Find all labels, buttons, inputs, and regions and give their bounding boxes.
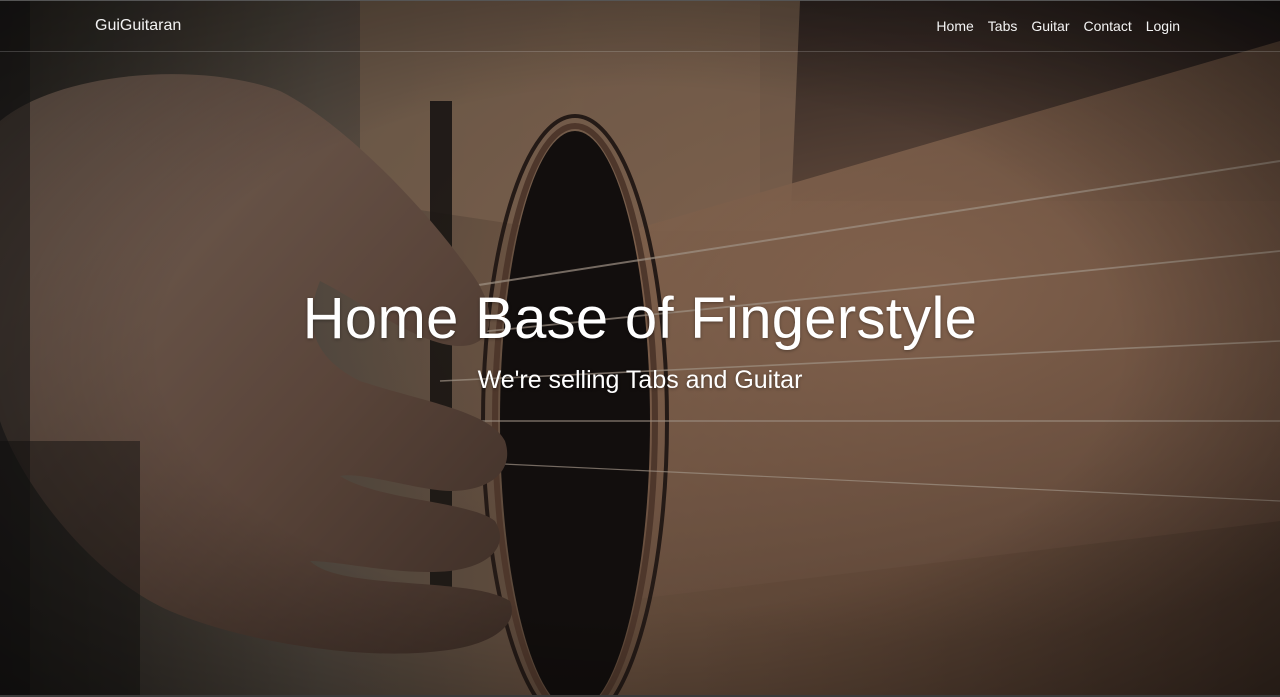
nav-link-contact[interactable]: Contact (1083, 18, 1131, 34)
hero-section: GuiGuitaran Home Tabs Guitar Contact Log… (0, 0, 1280, 697)
hero-text-block: Home Base of Fingerstyle We're selling T… (0, 283, 1280, 395)
nav-item-login: Login (1146, 18, 1180, 36)
hero-title: Home Base of Fingerstyle (302, 286, 978, 351)
nav-item-home: Home (936, 18, 973, 36)
hero-subtitle: We're selling Tabs and Guitar (477, 366, 803, 394)
brand-logo-link[interactable]: GuiGuitaran (95, 17, 181, 35)
nav-link-home[interactable]: Home (936, 18, 973, 34)
nav-item-guitar: Guitar (1031, 18, 1069, 36)
nav-link-tabs[interactable]: Tabs (988, 18, 1018, 34)
nav-item-contact: Contact (1083, 18, 1131, 36)
nav-link-login[interactable]: Login (1146, 18, 1180, 34)
nav-menu: Home Tabs Guitar Contact Login (936, 18, 1180, 36)
nav-link-guitar[interactable]: Guitar (1031, 18, 1069, 34)
nav-item-tabs: Tabs (988, 18, 1018, 36)
top-navbar: GuiGuitaran Home Tabs Guitar Contact Log… (0, 1, 1280, 52)
